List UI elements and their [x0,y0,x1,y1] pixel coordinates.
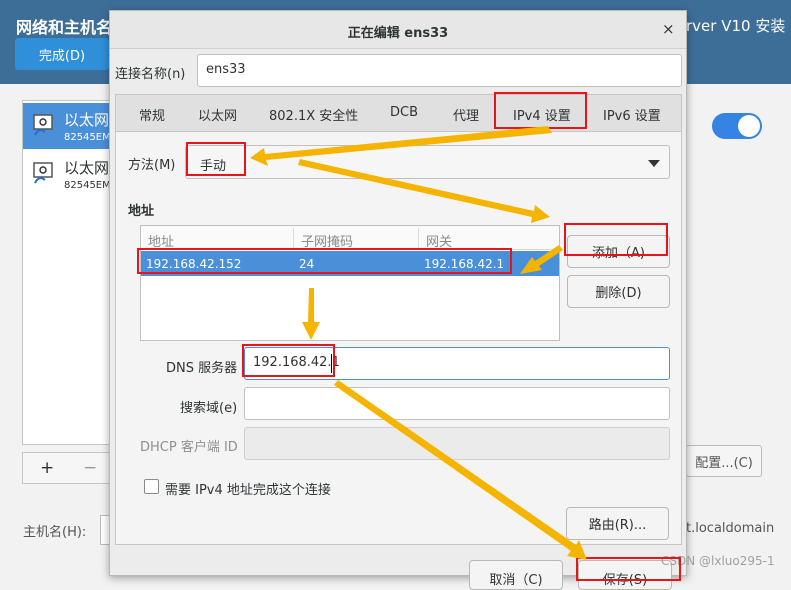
require-ipv4-label: 需要 IPv4 地址完成这个连接 [165,483,331,498]
connection-item-1[interactable]: 以太网 82545EM [23,103,113,149]
dhcp-client-id-input[interactable] [244,427,670,460]
remove-connection-button[interactable]: − [83,458,97,478]
configure-button[interactable]: 配置...(C) [686,445,762,477]
edit-connection-dialog: 正在编辑 ens33 × 连接名称(n) ens33 常规 以太网 802.1X… [109,10,687,590]
column-address[interactable]: 地址 [148,231,174,250]
chevron-down-icon [648,160,660,167]
ethernet-icon [33,162,53,184]
row-netmask[interactable]: 24 [299,257,314,271]
method-select[interactable]: 手动 [185,145,670,179]
column-gateway[interactable]: 网关 [426,231,452,250]
tab-proxy[interactable]: 代理 [453,105,479,124]
column-netmask[interactable]: 子网掩码 [301,231,353,250]
dhcp-client-id-label: DHCP 客户端 ID [140,440,238,455]
connection-toggle[interactable] [712,113,762,139]
tab-ipv6-settings[interactable]: IPv6 设置 [603,105,661,124]
tab-general[interactable]: 常规 [139,105,165,124]
row-address[interactable]: 192.168.42.152 [146,257,241,271]
installer-title: 网络和主机名 [16,18,113,37]
delete-address-button[interactable]: 删除(D) [567,275,670,308]
connection-name: 以太网 [64,159,110,177]
tab-bar: 常规 以太网 802.1X 安全性 DCB 代理 IPv4 设置 IPv6 设置 [115,94,682,131]
connection-name-label: 连接名称(n) [115,67,186,82]
connection-name-input[interactable]: ens33 [197,54,682,87]
address-table-header: 地址 子网掩码 网关 [141,226,559,250]
ethernet-icon [33,114,53,136]
search-domain-label: 搜索域(e) [180,401,238,416]
dns-value: 192.168.42.1 [253,355,340,370]
add-address-button[interactable]: 添加（A) [567,235,670,268]
connection-list: 以太网 82545EM 以太网 82545EM [22,100,113,445]
method-value: 手动 [200,159,227,174]
ipv4-settings-panel: 方法(M) 手动 地址 地址 子网掩码 网关 192.168.42.152 24… [115,131,682,545]
installer-product-title: rver V10 安装 [686,17,786,35]
watermark-text: CSDN @lxluo295-1 [661,554,775,568]
hostname-domain-text: t.localdomain [686,521,775,536]
tab-ethernet[interactable]: 以太网 [198,105,237,124]
dns-input[interactable]: 192.168.42.1 [244,347,670,380]
connection-item-2[interactable]: 以太网 82545EM [23,151,113,197]
method-label: 方法(M) [128,158,176,173]
connection-device: 82545EM [64,180,111,191]
add-remove-toolbar: + − [22,452,112,484]
connection-device: 82545EM [64,132,111,143]
require-ipv4-checkbox[interactable] [144,479,159,494]
search-domain-input[interactable] [244,387,670,420]
table-row[interactable]: 192.168.42.152 24 192.168.42.1 [141,251,559,276]
close-icon[interactable]: × [662,20,675,38]
dns-label: DNS 服务器 [166,361,238,376]
done-button[interactable]: 完成(D) [15,38,109,70]
dialog-titlebar: 正在编辑 ens33 × [110,11,686,49]
routes-button[interactable]: 路由(R)... [566,507,669,540]
cancel-button[interactable]: 取消（C) [469,560,563,590]
row-gateway[interactable]: 192.168.42.1 [424,257,504,271]
tab-8021x-security[interactable]: 802.1X 安全性 [269,105,358,124]
address-section-label: 地址 [128,204,155,219]
hostname-label: 主机名(H): [23,525,87,540]
tab-ipv4-settings[interactable]: IPv4 设置 [513,105,571,124]
add-connection-button[interactable]: + [40,458,54,478]
connection-name: 以太网 [64,111,110,129]
address-table[interactable]: 地址 子网掩码 网关 192.168.42.152 24 192.168.42.… [140,225,560,341]
tab-dcb[interactable]: DCB [390,105,418,120]
dialog-title: 正在编辑 ens33 [347,26,449,41]
save-button[interactable]: 保存(S) [578,560,672,590]
